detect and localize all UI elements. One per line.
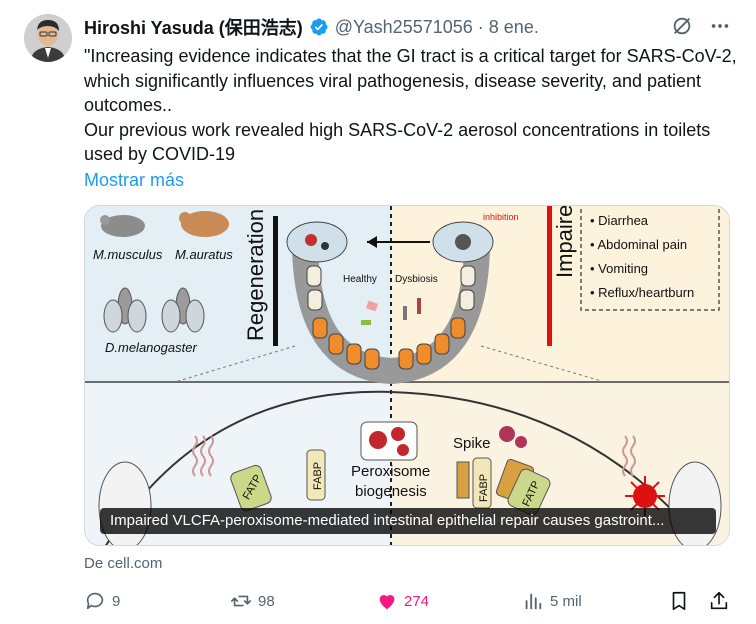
symptom-vomiting: • Vomiting: [590, 261, 648, 276]
share-icon: [710, 591, 728, 610]
repost-icon: [231, 595, 251, 607]
header-actions: [670, 14, 732, 38]
link-source[interactable]: De cell.com: [84, 555, 162, 572]
label-peroxisome: Peroxisome: [351, 463, 430, 480]
verified-badge-icon: [309, 17, 329, 37]
label-impaired-repair: Impaired rep: [552, 206, 577, 278]
label-auratus: M.auratus: [175, 247, 233, 262]
tweet-text: "Increasing evidence indicates that the …: [84, 44, 744, 167]
views-button[interactable]: 5 mil: [522, 586, 582, 616]
bookmark-button[interactable]: [668, 586, 690, 616]
grok-icon[interactable]: [670, 14, 694, 38]
like-count: 274: [404, 592, 430, 610]
label-inhibition: inhibition: [483, 212, 519, 222]
reply-icon: [86, 592, 104, 610]
separator-dot: ·: [477, 16, 484, 37]
repost-count: 98: [258, 592, 275, 610]
label-biogenesis: biogenesis: [355, 483, 427, 500]
label-fabp-right: FABP: [478, 474, 490, 502]
label-fabp-left: FABP: [312, 462, 324, 490]
action-bar: 9 98 274 5 mil: [84, 586, 734, 616]
tweet-date[interactable]: 8 ene.: [489, 17, 539, 38]
repost-button[interactable]: 98: [230, 586, 275, 616]
symptom-diarrhea: • Diarrhea: [590, 213, 649, 228]
more-options-icon[interactable]: [708, 14, 732, 38]
label-regeneration: Regeneration: [243, 209, 268, 341]
tweet-header: Hiroshi Yasuda (保田浩志) @Yash25571056 · 8 …: [84, 14, 732, 40]
author-name[interactable]: Hiroshi Yasuda (保田浩志): [84, 14, 303, 40]
label-healthy: Healthy: [343, 274, 377, 285]
heart-filled-icon: [379, 595, 395, 610]
graphical-abstract-image: M.musculus M.auratus D.melanogaster Rege…: [85, 206, 729, 545]
label-musculus: M.musculus: [93, 247, 163, 262]
views-icon: [525, 593, 542, 610]
share-button[interactable]: [708, 586, 730, 616]
tweet-text-line-1: "Increasing evidence indicates that the …: [84, 46, 737, 115]
label-melanogaster: D.melanogaster: [105, 340, 197, 355]
tweet-text-line-2: Our previous work revealed high SARS-CoV…: [84, 119, 711, 165]
label-dysbiosis: Dysbiosis: [395, 274, 438, 285]
tweet-media[interactable]: M.musculus M.auratus D.melanogaster Rege…: [84, 205, 730, 546]
bookmark-icon: [672, 591, 686, 611]
reply-count: 9: [112, 592, 121, 610]
media-caption: Impaired VLCFA-peroxisome-mediated intes…: [100, 508, 716, 534]
symptom-reflux: • Reflux/heartburn: [590, 285, 694, 300]
avatar-image: [24, 14, 72, 62]
views-count: 5 mil: [550, 592, 582, 610]
symptom-abdominal-pain: • Abdominal pain: [590, 237, 687, 252]
avatar[interactable]: [24, 14, 72, 62]
like-button[interactable]: 274: [376, 586, 429, 616]
show-more-link[interactable]: Mostrar más: [84, 170, 184, 191]
label-spike: Spike: [453, 435, 491, 452]
reply-button[interactable]: 9: [84, 586, 120, 616]
author-handle[interactable]: @Yash25571056: [335, 17, 473, 38]
